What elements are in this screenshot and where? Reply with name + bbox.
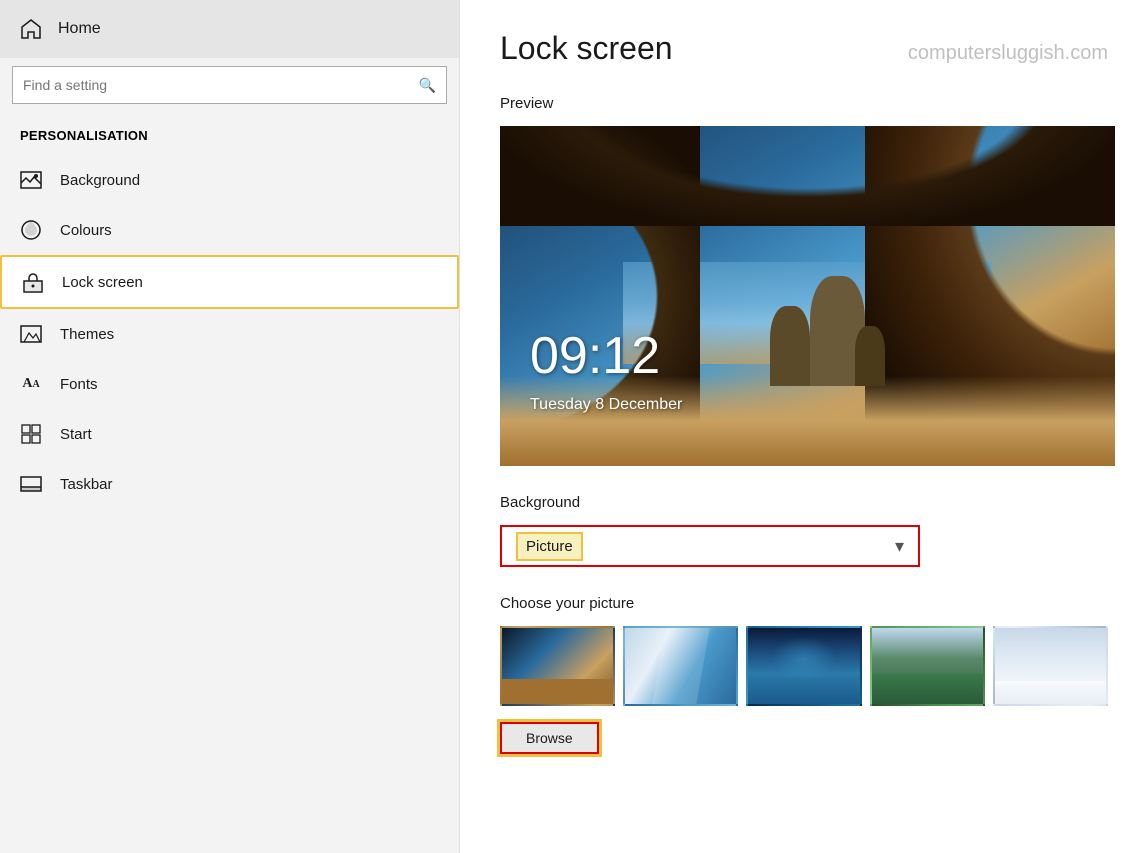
rock1	[770, 306, 810, 386]
browse-button[interactable]: Browse	[500, 722, 599, 754]
fonts-icon: AA	[20, 373, 42, 395]
page-header: Lock screen computersluggish.com	[500, 30, 1108, 67]
rock3	[855, 326, 885, 386]
background-icon	[20, 169, 42, 191]
pictures-row	[500, 626, 1108, 706]
search-icon: 🔍	[419, 77, 436, 94]
sidebar: Home 🔍 Personalisation Background Colour…	[0, 0, 460, 853]
search-box[interactable]: 🔍	[12, 66, 447, 104]
picture-thumb-4[interactable]	[870, 626, 985, 706]
preview-date: Tuesday 8 December	[530, 396, 682, 414]
home-icon	[20, 18, 42, 40]
nav-label-themes: Themes	[60, 326, 114, 343]
background-label: Background	[500, 494, 1108, 511]
start-icon	[20, 423, 42, 445]
picture-thumb-5[interactable]	[993, 626, 1108, 706]
beach	[500, 376, 1115, 466]
themes-icon	[20, 323, 42, 345]
sidebar-item-fonts[interactable]: AA Fonts	[0, 359, 459, 409]
sidebar-item-home[interactable]: Home	[0, 0, 459, 58]
sidebar-item-themes[interactable]: Themes	[0, 309, 459, 359]
sidebar-item-lock-screen[interactable]: Lock screen	[0, 255, 459, 309]
preview-label: Preview	[500, 95, 1108, 112]
nav-label-taskbar: Taskbar	[60, 476, 113, 493]
choose-picture-label: Choose your picture	[500, 595, 1108, 612]
lock-screen-icon	[22, 271, 44, 293]
picture-thumb-3[interactable]	[746, 626, 861, 706]
sidebar-item-start[interactable]: Start	[0, 409, 459, 459]
background-dropdown-value: Picture	[516, 532, 583, 561]
watermark: computersluggish.com	[908, 42, 1108, 65]
picture-thumb-1[interactable]	[500, 626, 615, 706]
preview-time: 09:12	[530, 326, 660, 386]
sidebar-item-background[interactable]: Background	[0, 155, 459, 205]
nav-label-background: Background	[60, 172, 140, 189]
sidebar-item-taskbar[interactable]: Taskbar	[0, 459, 459, 509]
preview-container: 09:12 Tuesday 8 December	[500, 126, 1115, 466]
preview-image: 09:12 Tuesday 8 December	[500, 126, 1115, 466]
nav-label-fonts: Fonts	[60, 376, 98, 393]
dropdown-arrow-icon: ▾	[895, 536, 904, 557]
background-dropdown[interactable]: Picture ▾	[500, 525, 920, 567]
main-content: Lock screen computersluggish.com Preview…	[460, 0, 1148, 853]
cave-top	[500, 126, 1115, 226]
taskbar-icon	[20, 473, 42, 495]
sidebar-home-label: Home	[58, 20, 101, 38]
personalisation-label: Personalisation	[0, 120, 459, 155]
nav-label-start: Start	[60, 426, 92, 443]
picture-thumb-2[interactable]	[623, 626, 738, 706]
page-title: Lock screen	[500, 30, 673, 67]
search-input[interactable]	[23, 77, 411, 93]
colours-icon	[20, 219, 42, 241]
sidebar-item-colours[interactable]: Colours	[0, 205, 459, 255]
dropdown-container: Background Picture ▾	[500, 494, 1108, 567]
nav-label-lock-screen: Lock screen	[62, 274, 143, 291]
nav-label-colours: Colours	[60, 222, 112, 239]
search-container: 🔍	[0, 58, 459, 120]
